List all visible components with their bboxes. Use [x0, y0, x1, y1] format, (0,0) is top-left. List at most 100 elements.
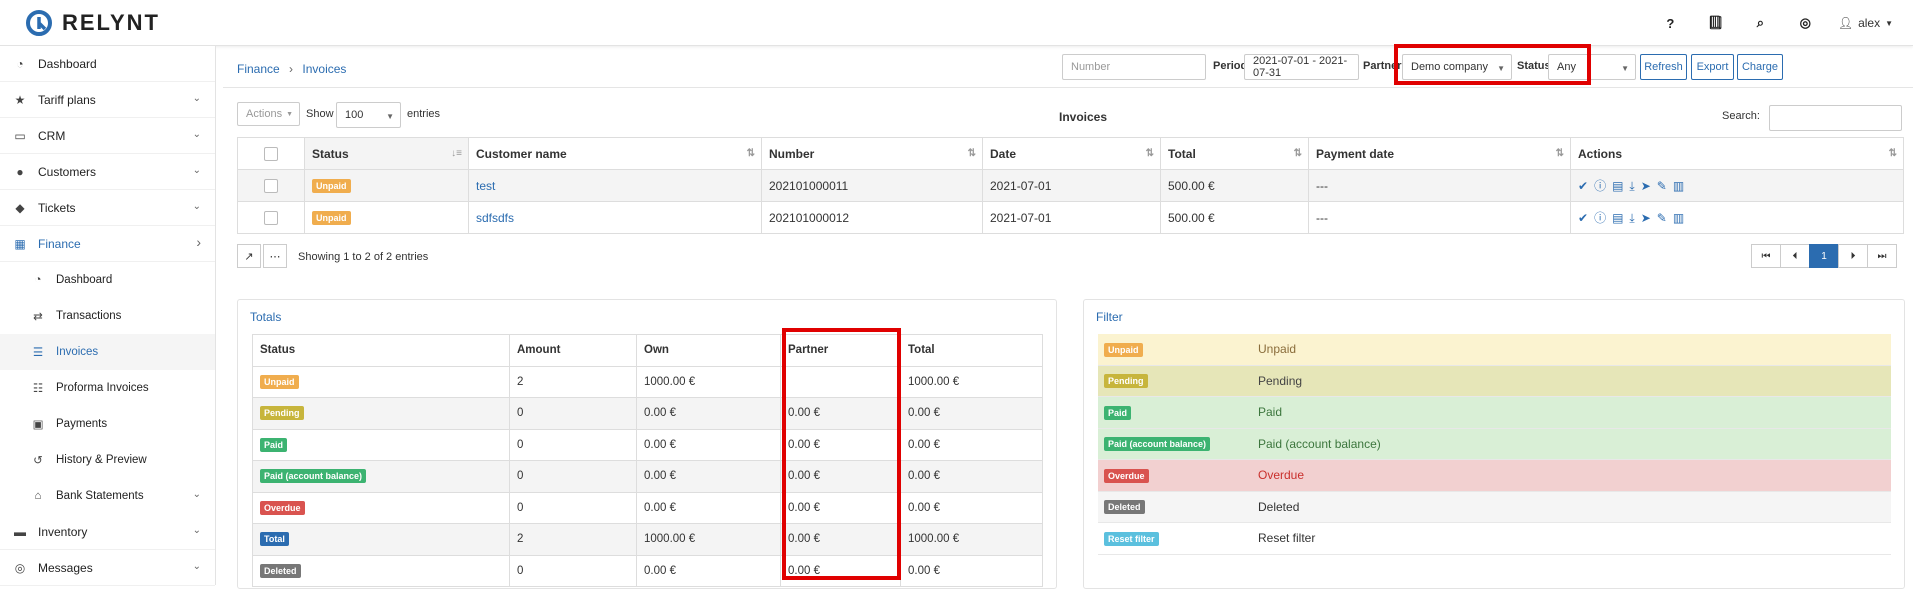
filter-badge[interactable]: Overdue [1104, 468, 1149, 483]
totals-total-cell: 0.00 € [900, 428, 1043, 461]
edit-icon[interactable]: ✎ [1657, 211, 1667, 225]
row-select-cell [237, 169, 305, 202]
chevron-down-icon: ⌄ [192, 489, 201, 500]
download-icon[interactable]: ⤓ [1629, 179, 1634, 193]
globe-icon[interactable]: ◎ [1783, 15, 1828, 31]
customer-link[interactable]: sdfsdfs [476, 211, 514, 225]
filter-badge[interactable]: Deleted [1104, 500, 1145, 515]
filter-badge[interactable]: Reset filter [1104, 531, 1159, 546]
tachometer-icon: ◔ [34, 274, 42, 286]
export-button[interactable]: Export [1691, 54, 1734, 80]
user-menu[interactable]: 👤︎ alex ▼ [1838, 16, 1893, 30]
filter-label[interactable]: Pending [1258, 374, 1302, 388]
sidebar-subitem-history[interactable]: ↺ History & Preview [0, 442, 215, 478]
sidebar-subitem-transactions[interactable]: ⇄ Transactions [0, 298, 215, 334]
filter-label[interactable]: Unpaid [1258, 342, 1296, 356]
number-input[interactable]: Number [1062, 54, 1206, 80]
search-icon[interactable]: ⌕ [1738, 15, 1783, 31]
prev-page-button[interactable]: ⏴ [1780, 244, 1810, 268]
period-input[interactable]: 2021-07-01 - 2021-07-31 [1244, 54, 1359, 80]
column-header-date[interactable]: Date ⇅ [982, 137, 1161, 170]
filter-label[interactable]: Reset filter [1258, 531, 1315, 545]
logo[interactable]: RELYNT [24, 8, 160, 38]
check-icon[interactable]: ✔ [1578, 211, 1588, 225]
sidebar-subitem-dashboard[interactable]: ◔ Dashboard [0, 262, 215, 298]
status-badge: Unpaid [312, 211, 351, 225]
page-button[interactable]: 1 [1809, 244, 1839, 268]
filter-badge[interactable]: Unpaid [1104, 342, 1143, 357]
sidebar-subitem-payments[interactable]: ▣ Payments [0, 406, 215, 442]
book-icon[interactable]: 📕︎ [1693, 15, 1738, 31]
column-header-actions[interactable]: Actions ⇅ [1570, 137, 1904, 170]
table-row[interactable]: Unpaid test 202101000011 2021-07-01 500.… [237, 169, 1904, 202]
export-table-button[interactable]: ↗ [237, 244, 261, 268]
sidebar-subitem-bank-statements[interactable]: ⌂ Bank Statements ⌄ [0, 478, 215, 514]
filter-badge[interactable]: Pending [1104, 374, 1148, 389]
edit-icon[interactable]: ✎ [1657, 179, 1667, 193]
first-page-button[interactable]: ⏮ [1751, 244, 1781, 268]
filter-row[interactable]: Pending Pending [1098, 365, 1891, 397]
sidebar-item-messages[interactable]: ◎ Messages ⌄ [0, 550, 215, 586]
delete-icon[interactable]: ▥ [1673, 211, 1684, 225]
send-icon[interactable]: ➤ [1641, 179, 1651, 193]
filter-row[interactable]: Paid (account balance) Paid (account bala… [1098, 428, 1891, 460]
filter-badge[interactable]: Paid (account balance) [1104, 437, 1211, 452]
sidebar-item-crm[interactable]: ▭ CRM ⌄ [0, 118, 215, 154]
actions-dropdown[interactable]: Actions ▼ [237, 102, 300, 126]
check-icon[interactable]: ✔ [1578, 179, 1588, 193]
help-icon[interactable]: ? [1648, 16, 1693, 31]
search-input[interactable] [1769, 105, 1902, 131]
sidebar-item-dashboard[interactable]: ◔ Dashboard [0, 46, 215, 82]
filter-row[interactable]: Overdue Overdue [1098, 460, 1891, 492]
next-page-button[interactable]: ⏵ [1838, 244, 1868, 268]
send-icon[interactable]: ➤ [1641, 211, 1651, 225]
filter-row[interactable]: Deleted Deleted [1098, 491, 1891, 523]
sidebar-item-customers[interactable]: ● Customers ⌄ [0, 154, 215, 190]
row-checkbox[interactable] [264, 178, 278, 193]
filter-row[interactable]: Reset filter Reset filter [1098, 523, 1891, 555]
info-icon[interactable]: ⓘ [1594, 211, 1606, 225]
customer-link[interactable]: test [476, 179, 495, 193]
select-all-checkbox[interactable] [264, 146, 278, 161]
column-header-number[interactable]: Number ⇅ [761, 137, 983, 170]
file-icon[interactable]: ▤ [1612, 211, 1623, 225]
info-icon[interactable]: ⓘ [1594, 179, 1606, 193]
sidebar-subitem-invoices[interactable]: ☰ Invoices [0, 334, 215, 370]
filter-label[interactable]: Paid [1258, 405, 1282, 419]
sidebar-subitem-proforma-invoices[interactable]: ☷ Proforma Invoices [0, 370, 215, 406]
filter-row[interactable]: Unpaid Unpaid [1098, 334, 1891, 366]
column-header-status[interactable]: Status ↓≡ [304, 137, 469, 170]
brand-name: RELYNT [62, 10, 160, 35]
sidebar-item-label: CRM [38, 128, 66, 143]
filter-label[interactable]: Overdue [1258, 468, 1304, 482]
charge-button[interactable]: Charge [1737, 54, 1783, 80]
sidebar-subitem-label: Payments [56, 418, 108, 430]
entries-select[interactable]: 100 ▼ [336, 102, 401, 128]
sidebar-item-finance[interactable]: ▦ Finance › [0, 226, 215, 262]
filter-badge[interactable]: Paid [1104, 405, 1132, 420]
refresh-button[interactable]: Refresh [1640, 54, 1687, 80]
column-header-customer[interactable]: Customer name ⇅ [468, 137, 762, 170]
more-options-button[interactable]: ⋯ [263, 244, 287, 268]
sidebar-item-tariff-plans[interactable]: ★ Tariff plans ⌄ [0, 82, 215, 118]
chevron-down-icon: ⌄ [192, 201, 201, 212]
totals-status-cell: Unpaid [252, 365, 510, 398]
totals-row: Total 2 1000.00 €0.00 €1000.00 € [252, 523, 1043, 556]
download-icon[interactable]: ⤓ [1629, 211, 1634, 225]
table-row[interactable]: Unpaid sdfsdfs 202101000012 2021-07-01 5… [237, 201, 1904, 234]
sidebar-item-tickets[interactable]: ◆ Tickets ⌄ [0, 190, 215, 226]
filter-row[interactable]: Paid Paid [1098, 397, 1891, 429]
column-header-payment-date[interactable]: Payment date ⇅ [1308, 137, 1571, 170]
filter-label[interactable]: Paid (account balance) [1258, 437, 1381, 451]
file-icon[interactable]: ▤ [1612, 179, 1623, 193]
breadcrumb-finance[interactable]: Finance [237, 62, 280, 76]
status-badge: Unpaid [312, 179, 351, 193]
delete-icon[interactable]: ▥ [1673, 179, 1684, 193]
show-label: Show [306, 108, 334, 120]
row-checkbox[interactable] [264, 210, 278, 225]
last-page-button[interactable]: ⏭ [1867, 244, 1897, 268]
column-header-total[interactable]: Total ⇅ [1160, 137, 1309, 170]
sidebar-item-inventory[interactable]: ▬ Inventory ⌄ [0, 514, 215, 550]
filter-label[interactable]: Deleted [1258, 500, 1299, 514]
breadcrumb-invoices[interactable]: Invoices [302, 62, 346, 76]
